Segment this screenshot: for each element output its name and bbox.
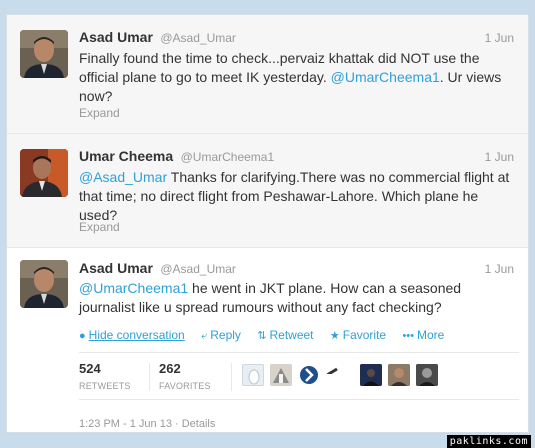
reply-button[interactable]: ⤶ Reply	[201, 328, 241, 343]
author-fullname[interactable]: Asad Umar	[79, 260, 153, 276]
mention-link[interactable]: @UmarCheema1	[331, 69, 440, 85]
author-fullname[interactable]: Umar Cheema	[79, 148, 173, 164]
avatar-asad-umar[interactable]	[20, 260, 68, 308]
retweet-label: Retweet	[269, 328, 314, 342]
site-watermark: paklinks.com	[446, 435, 531, 448]
author-username[interactable]: @Asad_Umar	[160, 31, 236, 45]
favorites-stat[interactable]: 262 FAVORITES	[159, 361, 211, 391]
chat-bubble-icon: ●	[79, 330, 86, 342]
tweet-timeline: Asad Umar @Asad_Umar 1 Jun Finally found…	[6, 14, 529, 433]
expand-link[interactable]: Expand	[79, 220, 120, 234]
star-icon: ★	[329, 330, 340, 342]
retweeter-avatar[interactable]	[360, 364, 382, 386]
retweeter-avatar[interactable]	[270, 364, 292, 386]
tweet-header: Asad Umar @Asad_Umar 1 Jun	[79, 29, 514, 49]
tweet-timestamp-details[interactable]: 1:23 PM - 1 Jun 13 · Details	[79, 418, 215, 430]
avatar-umar-cheema[interactable]	[20, 149, 68, 197]
retweeter-avatar[interactable]	[298, 364, 320, 386]
favorites-count: 262	[159, 361, 181, 376]
favorite-label: Favorite	[342, 328, 387, 342]
tweet-text: Finally found the time to check...pervai…	[79, 49, 519, 106]
hide-conversation-button[interactable]: ● Hide conversation	[79, 328, 185, 342]
stats-divider	[149, 363, 150, 391]
retweeter-avatar[interactable]	[388, 364, 410, 386]
tweet-3-expanded[interactable]: Asad Umar @Asad_Umar 1 Jun @UmarCheema1 …	[7, 248, 528, 432]
more-dots-icon: •••	[402, 330, 414, 342]
reply-arrow-icon: ⤶	[201, 330, 208, 342]
tweet-time[interactable]: 1 Jun	[485, 150, 514, 164]
tweet-time[interactable]: 1 Jun	[485, 31, 514, 45]
author-username[interactable]: @Asad_Umar	[160, 262, 236, 276]
more-label: More	[417, 328, 445, 342]
stats-divider	[231, 363, 232, 391]
tweet-header: Asad Umar @Asad_Umar 1 Jun	[79, 260, 514, 280]
tweet-stats: 524 RETWEETS 262 FAVORITES	[79, 352, 519, 400]
author-fullname[interactable]: Asad Umar	[79, 29, 153, 45]
more-button[interactable]: ••• More	[402, 328, 444, 342]
tweet-header: Umar Cheema @UmarCheema1 1 Jun	[79, 148, 514, 168]
tweet-time[interactable]: 1 Jun	[485, 262, 514, 276]
reply-label: Reply	[210, 328, 241, 342]
tweet-text: @Asad_Umar Thanks for clarifying.There w…	[79, 168, 519, 225]
hide-conversation-label: Hide conversation	[88, 328, 185, 342]
mention-link[interactable]: @UmarCheema1	[79, 280, 188, 296]
retweet-icon: ⇅	[257, 330, 267, 342]
retweeter-avatar[interactable]	[326, 364, 338, 374]
tweet-2[interactable]: Umar Cheema @UmarCheema1 1 Jun @Asad_Uma…	[7, 134, 528, 248]
retweets-count: 524	[79, 361, 101, 376]
favorites-label: FAVORITES	[159, 381, 211, 391]
expand-link[interactable]: Expand	[79, 106, 120, 120]
retweet-button[interactable]: ⇅ Retweet	[257, 328, 313, 342]
retweets-stat[interactable]: 524 RETWEETS	[79, 361, 131, 391]
retweets-label: RETWEETS	[79, 381, 131, 391]
retweeter-avatar[interactable]	[242, 364, 264, 386]
tweet-text: @UmarCheema1 he went in JKT plane. How c…	[79, 279, 519, 317]
retweeter-avatar[interactable]	[416, 364, 438, 386]
author-username[interactable]: @UmarCheema1	[181, 150, 275, 164]
tweet-actions: ● Hide conversation ⤶ Reply ⇅ Retweet ★ Favo…	[79, 328, 457, 343]
tweet-1[interactable]: Asad Umar @Asad_Umar 1 Jun Finally found…	[7, 15, 528, 134]
avatar-asad-umar[interactable]	[20, 30, 68, 78]
mention-link[interactable]: @Asad_Umar	[79, 169, 167, 185]
favorite-button[interactable]: ★ Favorite	[330, 328, 386, 342]
